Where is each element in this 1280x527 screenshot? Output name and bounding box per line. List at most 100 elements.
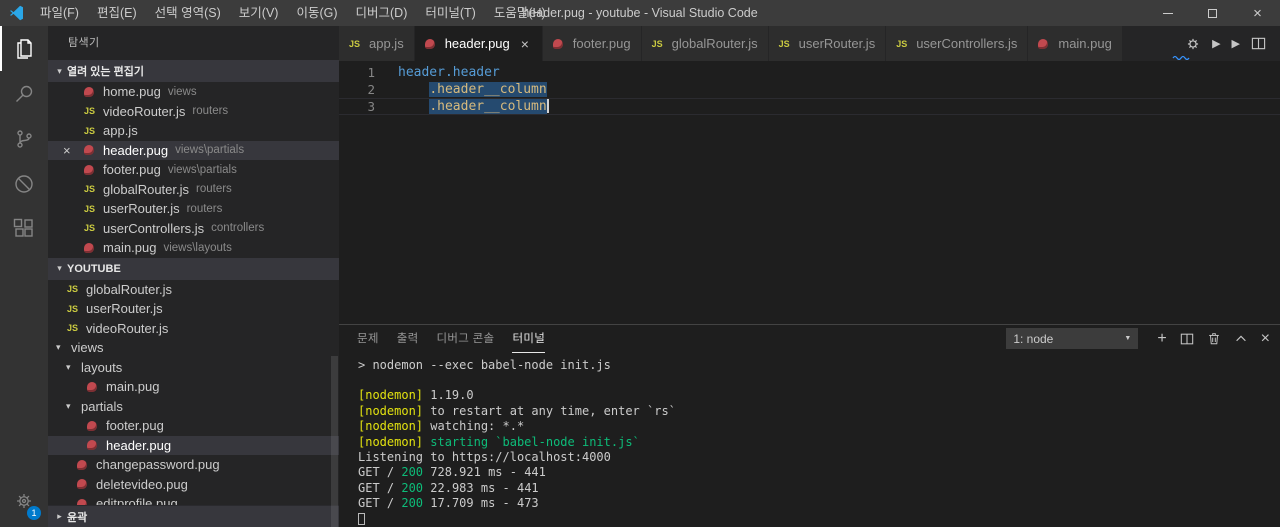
outline-section-header[interactable]: ▸ 윤곽 <box>48 505 339 527</box>
tree-item-footer-pug[interactable]: footer.pug <box>48 416 339 436</box>
folder-name: partials <box>81 398 123 414</box>
activity-bar-item-explorer[interactable] <box>0 26 48 71</box>
editor-tab-globalrouter-js[interactable]: JS globalRouter.js <box>641 26 769 61</box>
pug-icon <box>553 34 568 54</box>
pug-icon <box>77 455 92 475</box>
manage-button[interactable]: 1 <box>0 478 48 523</box>
code-text: .header__column <box>429 98 549 114</box>
panel-tab-output[interactable]: 출력 <box>397 325 419 353</box>
terminal-line: > nodemon --exec babel-node init.js <box>358 357 611 372</box>
js-icon: JS <box>67 284 79 295</box>
js-icon: JS <box>349 38 361 49</box>
open-editor-item-footer-pug[interactable]: footer.pug views\partials <box>48 160 339 180</box>
open-editor-item-header-pug[interactable]: × header.pug views\partials <box>48 140 339 161</box>
menu-debug[interactable]: 디버그(D) <box>347 0 417 26</box>
run-button[interactable]: ▶ <box>1232 37 1240 50</box>
panel-tab-debug-console[interactable]: 디버그 콘솔 <box>437 325 495 353</box>
settings-gear-button[interactable] <box>1185 36 1201 52</box>
editor-tab-app-js[interactable]: JS app.js <box>339 26 415 61</box>
editor-tab-userrouter-js[interactable]: JS userRouter.js <box>768 26 887 61</box>
open-editors-section-header[interactable]: ▾ 열려 있는 편집기 <box>48 60 339 82</box>
menu-go[interactable]: 이동(G) <box>287 0 346 26</box>
js-icon: JS <box>896 38 908 49</box>
open-editor-item-home-pug[interactable]: home.pug views <box>48 82 339 102</box>
sidebar-scrollbar[interactable] <box>331 356 338 527</box>
tree-folder-views[interactable]: ▾ views <box>48 338 339 358</box>
maximize-panel-button[interactable] <box>1234 332 1248 346</box>
terminal-line <box>358 512 1280 527</box>
terminal-line: Listening to https://localhost:4000 <box>358 450 611 465</box>
menu-selection[interactable]: 선택 영역(S) <box>146 0 230 26</box>
editor-tab-footer-pug[interactable]: footer.pug <box>542 26 642 61</box>
editor-tab-usercontrollers-js[interactable]: JS userControllers.js <box>886 26 1029 61</box>
menu-bar: 파일(F) 편집(E) 선택 영역(S) 보기(V) 이동(G) 디버그(D) 터미널(T)… <box>31 0 555 26</box>
kill-terminal-button[interactable] <box>1207 331 1221 346</box>
close-icon[interactable]: × <box>63 141 71 161</box>
editor-tab-header-pug[interactable]: header.pug × <box>414 26 543 61</box>
minimize-button[interactable] <box>1145 0 1190 26</box>
terminal-output[interactable]: > nodemon --exec babel-node init.js [node… <box>339 353 1280 527</box>
tree-item-deletevideo-pug[interactable]: deletevideo.pug <box>48 475 339 495</box>
close-panel-button[interactable]: × <box>1261 330 1270 347</box>
panel-actions: 1: node ▼ + × <box>1006 328 1270 350</box>
js-icon: JS <box>651 38 663 49</box>
tree-item-header-pug[interactable]: header.pug <box>48 435 339 456</box>
tab-label: footer.pug <box>572 36 631 51</box>
js-icon: JS <box>84 125 96 136</box>
open-editor-item-userrouter-js[interactable]: JS userRouter.js routers <box>48 199 339 219</box>
tree-folder-layouts[interactable]: ▾ layouts <box>48 358 339 378</box>
editor-group: JS app.js header.pug × footer.pug JS globalRou… <box>339 26 1280 527</box>
workspace-section-header[interactable]: ▾ YOUTUBE <box>48 257 339 280</box>
tab-label: main.pug <box>1058 36 1112 51</box>
panel-tab-problems[interactable]: 문제 <box>357 325 379 353</box>
editor-tab-main-pug[interactable]: main.pug <box>1028 26 1123 61</box>
run-code-button[interactable]: ▶ <box>1212 37 1220 50</box>
terminal-line: [nodemon] to restart at any time, enter … <box>358 403 676 418</box>
file-name: home.pug <box>103 84 161 100</box>
tree-item-main-pug[interactable]: main.pug <box>48 377 339 397</box>
split-editor-icon <box>1251 37 1266 50</box>
panel-header: 문제 출력 디버그 콘솔 터미널 1: node ▼ + × <box>339 325 1280 353</box>
vscode-logo-icon <box>10 5 23 21</box>
panel-tab-terminal[interactable]: 터미널 <box>512 325 546 353</box>
menu-terminal[interactable]: 터미널(T) <box>416 0 484 26</box>
split-editor-button[interactable] <box>1251 36 1266 51</box>
code-line[interactable]: 2 .header__column <box>339 81 1280 98</box>
tree-item-userrouter-js[interactable]: JS userRouter.js <box>48 299 339 319</box>
tree-item-changepassword-pug[interactable]: changepassword.pug <box>48 455 339 475</box>
workspace-label: YOUTUBE <box>67 262 121 275</box>
line-number: 3 <box>367 99 375 114</box>
activity-bar: 1 <box>0 26 48 527</box>
new-terminal-button[interactable]: + <box>1157 330 1166 347</box>
menu-file[interactable]: 파일(F) <box>31 0 88 26</box>
close-icon[interactable]: × <box>518 36 532 52</box>
tree-folder-partials[interactable]: ▾ partials <box>48 397 339 417</box>
tree-item-globalrouter-js[interactable]: JS globalRouter.js <box>48 280 339 300</box>
chevron-down-icon: ▾ <box>57 263 62 273</box>
menu-view[interactable]: 보기(V) <box>230 0 288 26</box>
activity-bar-item-source-control[interactable] <box>0 116 48 161</box>
code-line[interactable]: 3 .header__column <box>339 98 1280 115</box>
file-name: main.pug <box>106 379 160 395</box>
maximize-button[interactable] <box>1190 0 1235 26</box>
tree-item-videorouter-js[interactable]: JS videoRouter.js <box>48 319 339 339</box>
file-path: views <box>167 85 197 98</box>
activity-bar-item-debug[interactable] <box>0 161 48 206</box>
files-icon <box>17 38 32 59</box>
activity-bar-item-extensions[interactable] <box>0 206 48 251</box>
open-editor-item-main-pug[interactable]: main.pug views\layouts <box>48 238 339 258</box>
vscode-window: 파일(F) 편집(E) 선택 영역(S) 보기(V) 이동(G) 디버그(D) 터미널(T)… <box>0 0 1280 527</box>
menu-edit[interactable]: 편집(E) <box>88 0 146 26</box>
code-editor[interactable]: 1 header.header 2 .header__column 3 .header… <box>339 61 1280 324</box>
open-editor-item-app-js[interactable]: JS app.js <box>48 121 339 141</box>
split-terminal-button[interactable] <box>1180 332 1194 346</box>
open-editor-item-videorouter-js[interactable]: JS videoRouter.js routers <box>48 102 339 122</box>
pug-icon <box>87 436 102 456</box>
open-editor-item-globalrouter-js[interactable]: JS globalRouter.js routers <box>48 180 339 200</box>
terminal-select[interactable]: 1: node ▼ <box>1006 328 1139 350</box>
open-editor-item-usercontrollers-js[interactable]: JS userControllers.js controllers <box>48 219 339 239</box>
code-line[interactable]: 1 header.header <box>339 64 1280 81</box>
activity-bar-item-search[interactable] <box>0 71 48 116</box>
dropdown-arrow-icon: ▼ <box>1124 335 1132 343</box>
close-window-button[interactable]: × <box>1235 0 1280 26</box>
